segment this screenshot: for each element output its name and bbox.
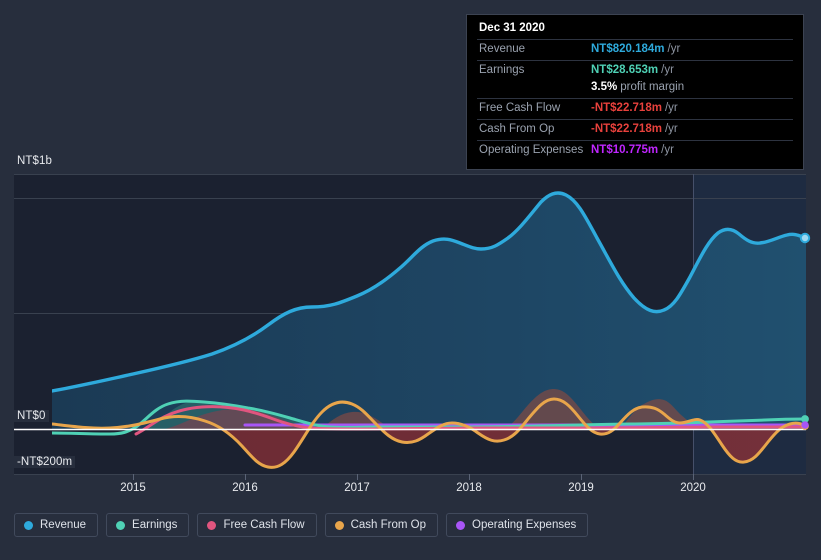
legend-label-operating-expenses: Operating Expenses [472,519,577,531]
tooltip-unit-revenue: /yr [667,43,681,55]
y-axis-label-0: NT$0 [14,410,49,422]
y-axis-label-neg200m: -NT$200m [14,456,76,468]
legend-dot-earnings [116,520,126,530]
tooltip-label-free-cash-flow: Free Cash Flow [479,102,561,114]
tooltip-row-revenue: Revenue NT$820.184m /yr [477,39,793,60]
chart-tooltip: Dec 31 2020 Revenue NT$820.184m /yr Earn… [466,14,804,170]
tooltip-row-earnings: Earnings NT$28.653m /yr [477,60,793,81]
tooltip-row-cash-from-op: Cash From Op -NT$22.718m /yr [477,119,793,140]
legend-label-free-cash-flow: Free Cash Flow [223,519,305,531]
tooltip-unit-earnings: /yr [661,64,674,76]
legend-dot-revenue [24,520,33,530]
legend-item-revenue[interactable]: Revenue [14,513,99,537]
x-axis-label-2019: 2019 [568,482,594,494]
x-axis-label-2017: 2017 [344,482,370,494]
y-axis-label-1b: NT$1b [14,155,56,167]
legend-label-cash-from-op: Cash From Op [350,519,427,531]
tooltip-value-earnings: NT$28.653m [591,64,659,76]
legend-label-revenue: Revenue [40,519,87,531]
financial-chart-page: NT$1b NT$0 -NT$200m 2015 2016 2017 2018 … [0,0,821,560]
tooltip-unit-cash-from-op: /yr [664,123,678,135]
tooltip-label-revenue: Revenue [479,43,526,55]
legend-label-earnings: Earnings [132,519,178,531]
legend-item-cash-from-op[interactable]: Cash From Op [324,513,439,537]
legend-item-free-cash-flow[interactable]: Free Cash Flow [197,513,317,537]
legend-item-earnings[interactable]: Earnings [106,513,190,537]
chart-legend: Revenue Earnings Free Cash Flow Cash Fro… [14,513,589,537]
tooltip-value-free-cash-flow: -NT$22.718m [591,102,662,114]
tooltip-value-operating-expenses: NT$10.775m [591,144,659,156]
tooltip-label-earnings: Earnings [479,64,525,76]
x-axis-label-2018: 2018 [456,482,482,494]
x-axis-label-2020: 2020 [680,482,706,494]
tooltip-unit-free-cash-flow: /yr [664,102,678,114]
tooltip-unit-operating-expenses: /yr [661,144,674,156]
legend-dot-operating-expenses [456,520,466,530]
tooltip-value-revenue: NT$820.184m [591,43,665,55]
tooltip-date: Dec 31 2020 [479,22,545,34]
legend-dot-free-cash-flow [207,520,217,530]
tooltip-row-profit-margin: 3.5% profit margin [477,81,793,98]
legend-item-operating-expenses[interactable]: Operating Expenses [446,513,589,537]
tooltip-value-cash-from-op: -NT$22.718m [591,123,662,135]
tooltip-label-cash-from-op: Cash From Op [479,123,555,135]
tooltip-label-operating-expenses: Operating Expenses [479,144,584,156]
x-axis-label-2015: 2015 [120,482,146,494]
tooltip-sub-profit-margin: profit margin [620,81,685,93]
tooltip-row-operating-expenses: Operating Expenses NT$10.775m /yr [477,140,793,161]
x-axis-label-2016: 2016 [232,482,258,494]
tooltip-row-free-cash-flow: Free Cash Flow -NT$22.718m /yr [477,98,793,119]
tooltip-value-profit-margin: 3.5% [591,81,618,93]
legend-dot-cash-from-op [334,520,344,530]
